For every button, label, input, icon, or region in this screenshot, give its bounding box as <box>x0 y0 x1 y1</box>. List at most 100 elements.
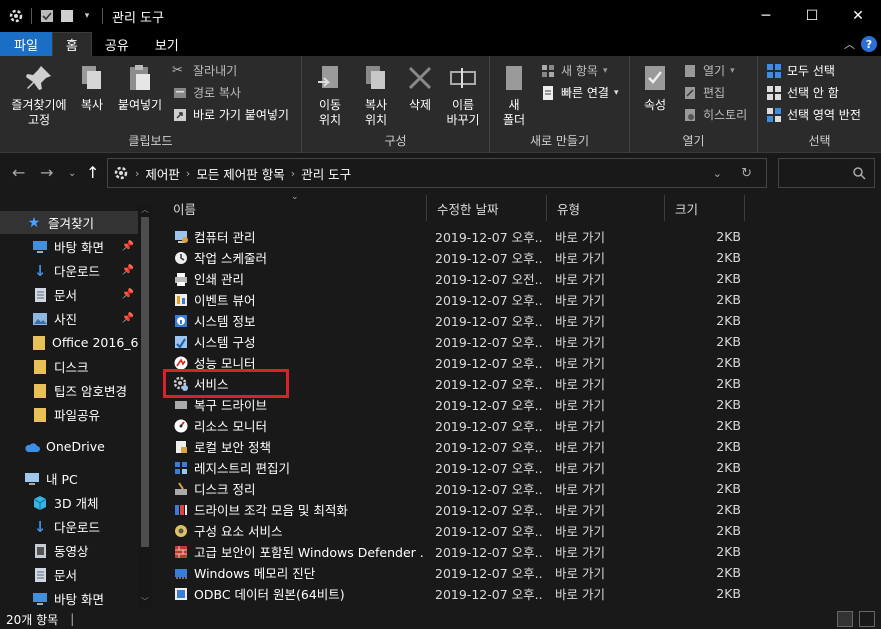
scroll-down-icon[interactable]: ﹀ <box>141 596 149 607</box>
file-row[interactable]: 인쇄 관리 2019-12-07 오전... 바로 가기 2KB <box>163 268 753 289</box>
tab-view[interactable]: 보기 <box>142 32 192 56</box>
column-type[interactable]: 유형 <box>547 195 665 221</box>
maximize-button[interactable]: ☐ <box>789 0 835 32</box>
file-row[interactable]: 시스템 구성 2019-12-07 오후... 바로 가기 2KB <box>163 331 753 352</box>
paste-shortcut-button[interactable]: 바로 가기 붙여넣기 <box>172 106 289 123</box>
file-row[interactable]: 리소스 모니터 2019-12-07 오후... 바로 가기 2KB <box>163 415 753 436</box>
delete-button[interactable]: 삭제 <box>402 62 438 113</box>
pin-icon[interactable]: 📌 <box>122 289 134 300</box>
scroll-up-icon[interactable]: ︿ <box>141 204 149 215</box>
address-bar[interactable]: › 제어판 › 모든 제어판 항목 › 관리 도구 ⌄ ↻ <box>107 158 767 188</box>
copy-button[interactable]: 복사 <box>73 62 111 113</box>
copy-to-button[interactable]: 복사 위치 <box>354 62 398 128</box>
sidebar-scroll-thumb[interactable] <box>141 217 149 547</box>
pin-to-quick-access-button[interactable]: 즐겨찾기에 고정 <box>6 62 72 128</box>
pin-icon[interactable]: 📌 <box>122 313 134 324</box>
file-row[interactable]: 이벤트 뷰어 2019-12-07 오후... 바로 가기 2KB <box>163 289 753 310</box>
pin-icon[interactable]: 📌 <box>122 241 134 252</box>
file-row[interactable]: Windows 메모리 진단 2019-12-07 오후... 바로 가기 2K… <box>163 562 753 583</box>
file-row[interactable]: 고급 보안이 포함된 Windows Defender ... 2019-12-… <box>163 541 753 562</box>
sidebar-item-quick-access[interactable]: ★ 즐겨찾기 <box>0 211 140 234</box>
sidebar-item-desktop-pc[interactable]: 바탕 화면 <box>0 587 140 609</box>
file-row[interactable]: 디스크 정리 2019-12-07 오후... 바로 가기 2KB <box>163 478 753 499</box>
sidebar-item-documents[interactable]: 문서 📌 <box>0 283 140 306</box>
file-row[interactable]: 드라이브 조각 모음 및 최적화 2019-12-07 오후... 바로 가기 … <box>163 499 753 520</box>
breadcrumb-admin-tools[interactable]: 관리 도구 <box>301 164 351 183</box>
event-viewer-icon <box>175 293 187 306</box>
breadcrumb-separator-icon: › <box>290 166 296 180</box>
sidebar-item-tips-folder[interactable]: 팁즈 암호변경 <box>0 379 140 402</box>
column-modified[interactable]: 수정한 날짜 <box>427 195 547 221</box>
move-to-icon <box>318 66 338 88</box>
refresh-icon[interactable]: ↻ <box>741 166 752 181</box>
new-folder-button[interactable]: 새 폴더 <box>496 62 532 128</box>
address-dropdown-icon[interactable]: ⌄ <box>713 167 722 180</box>
paste-button[interactable]: 붙여넣기 <box>112 62 168 113</box>
sidebar-item-office-folder[interactable]: Office 2016_64 <box>0 331 146 354</box>
close-button[interactable]: ✕ <box>835 0 881 32</box>
select-all-button[interactable]: 모두 선택 <box>766 62 835 79</box>
large-icons-view-icon[interactable] <box>859 611 875 627</box>
rename-button[interactable]: 이름 바꾸기 <box>440 62 486 128</box>
forward-arrow-icon[interactable]: → <box>40 163 53 182</box>
sidebar-item-file-share-folder[interactable]: 파일공유 <box>0 403 140 426</box>
collapse-ribbon-icon[interactable]: ︿ <box>844 36 855 52</box>
breadcrumb-all-items[interactable]: 모든 제어판 항목 <box>196 164 284 183</box>
tab-home[interactable]: 홈 <box>51 32 92 56</box>
sidebar-item-downloads[interactable]: ↓ 다운로드 📌 <box>0 259 140 282</box>
breadcrumb-separator-icon: › <box>185 166 191 180</box>
easy-access-button[interactable]: 빠른 연결 ▾ <box>540 84 619 101</box>
tab-file[interactable]: 파일 <box>0 32 52 56</box>
download-icon: ↓ <box>33 261 47 280</box>
recent-locations-chevron-icon[interactable]: ⌄ <box>68 168 76 179</box>
search-icon <box>853 167 866 180</box>
copy-path-button[interactable]: 경로 복사 <box>172 84 241 101</box>
window-title: 관리 도구 <box>112 10 164 26</box>
file-row[interactable]: ODBC 데이터 원본(64비트) 2019-12-07 오후... 바로 가기… <box>163 583 753 604</box>
help-icon[interactable]: ? <box>861 36 877 52</box>
open-group: 속성 열기 ▾ 편집 히스토리 열기 <box>630 56 758 153</box>
sidebar-item-3d-objects[interactable]: 3D 개체 <box>0 491 140 514</box>
up-arrow-icon[interactable]: ↑ <box>86 163 99 182</box>
new-folder-qat-icon[interactable] <box>59 8 75 24</box>
sidebar-item-this-pc[interactable]: 내 PC <box>0 467 140 490</box>
properties-check-icon[interactable] <box>39 8 55 24</box>
file-row[interactable]: 작업 스케줄러 2019-12-07 오후... 바로 가기 2KB <box>163 247 753 268</box>
file-row[interactable]: 로컬 보안 정책 2019-12-07 오후... 바로 가기 2KB <box>163 436 753 457</box>
admin-tools-icon[interactable] <box>8 8 24 24</box>
tab-share[interactable]: 공유 <box>92 32 142 56</box>
history-button[interactable]: 히스토리 <box>682 106 747 123</box>
sidebar-item-pictures[interactable]: 사진 📌 <box>0 307 140 330</box>
breadcrumb-control-panel[interactable]: 제어판 <box>145 164 180 183</box>
move-to-button[interactable]: 이동 위치 <box>308 62 352 128</box>
sidebar-scrollbar[interactable]: ︿ ﹀ <box>138 205 153 609</box>
file-row[interactable]: 레지스트리 편집기 2019-12-07 오후... 바로 가기 2KB <box>163 457 753 478</box>
cut-button[interactable]: ✂ 잘라내기 <box>172 62 237 79</box>
sidebar-item-onedrive[interactable]: OneDrive <box>0 435 140 458</box>
invert-selection-button[interactable]: 선택 영역 반전 <box>766 106 861 123</box>
pin-icon[interactable]: 📌 <box>122 265 134 276</box>
pin-icon <box>26 66 51 90</box>
file-row[interactable]: 구성 요소 서비스 2019-12-07 오후... 바로 가기 2KB <box>163 520 753 541</box>
details-view-icon[interactable] <box>837 611 853 627</box>
edit-button[interactable]: 편집 <box>682 84 725 101</box>
sidebar-item-documents-pc[interactable]: 문서 <box>0 563 140 586</box>
column-name[interactable]: 이름 ⌄ <box>163 192 427 221</box>
back-arrow-icon[interactable]: ← <box>12 163 25 182</box>
sidebar-item-videos[interactable]: 동영상 <box>0 539 140 562</box>
column-size[interactable]: 크기 <box>665 195 745 221</box>
sidebar-item-desktop[interactable]: 바탕 화면 📌 <box>0 235 140 258</box>
sidebar-item-disk-folder[interactable]: 디스크 <box>0 355 140 378</box>
properties-button[interactable]: 속성 <box>636 62 674 113</box>
file-row[interactable]: 시스템 정보 2019-12-07 오후... 바로 가기 2KB <box>163 310 753 331</box>
sidebar-item-downloads-pc[interactable]: ↓ 다운로드 <box>0 515 140 538</box>
search-box[interactable] <box>778 158 875 188</box>
select-none-button[interactable]: 선택 안 함 <box>766 84 839 101</box>
open-button[interactable]: 열기 ▾ <box>682 62 735 79</box>
minimize-button[interactable]: ─ <box>743 0 789 32</box>
new-item-button[interactable]: 새 항목 ▾ <box>540 62 607 79</box>
divider <box>31 8 32 24</box>
control-panel-icon <box>114 166 128 180</box>
customize-qat-icon[interactable]: ▾ <box>79 8 95 24</box>
file-row[interactable]: 컴퓨터 관리 2019-12-07 오후... 바로 가기 2KB <box>163 226 753 247</box>
